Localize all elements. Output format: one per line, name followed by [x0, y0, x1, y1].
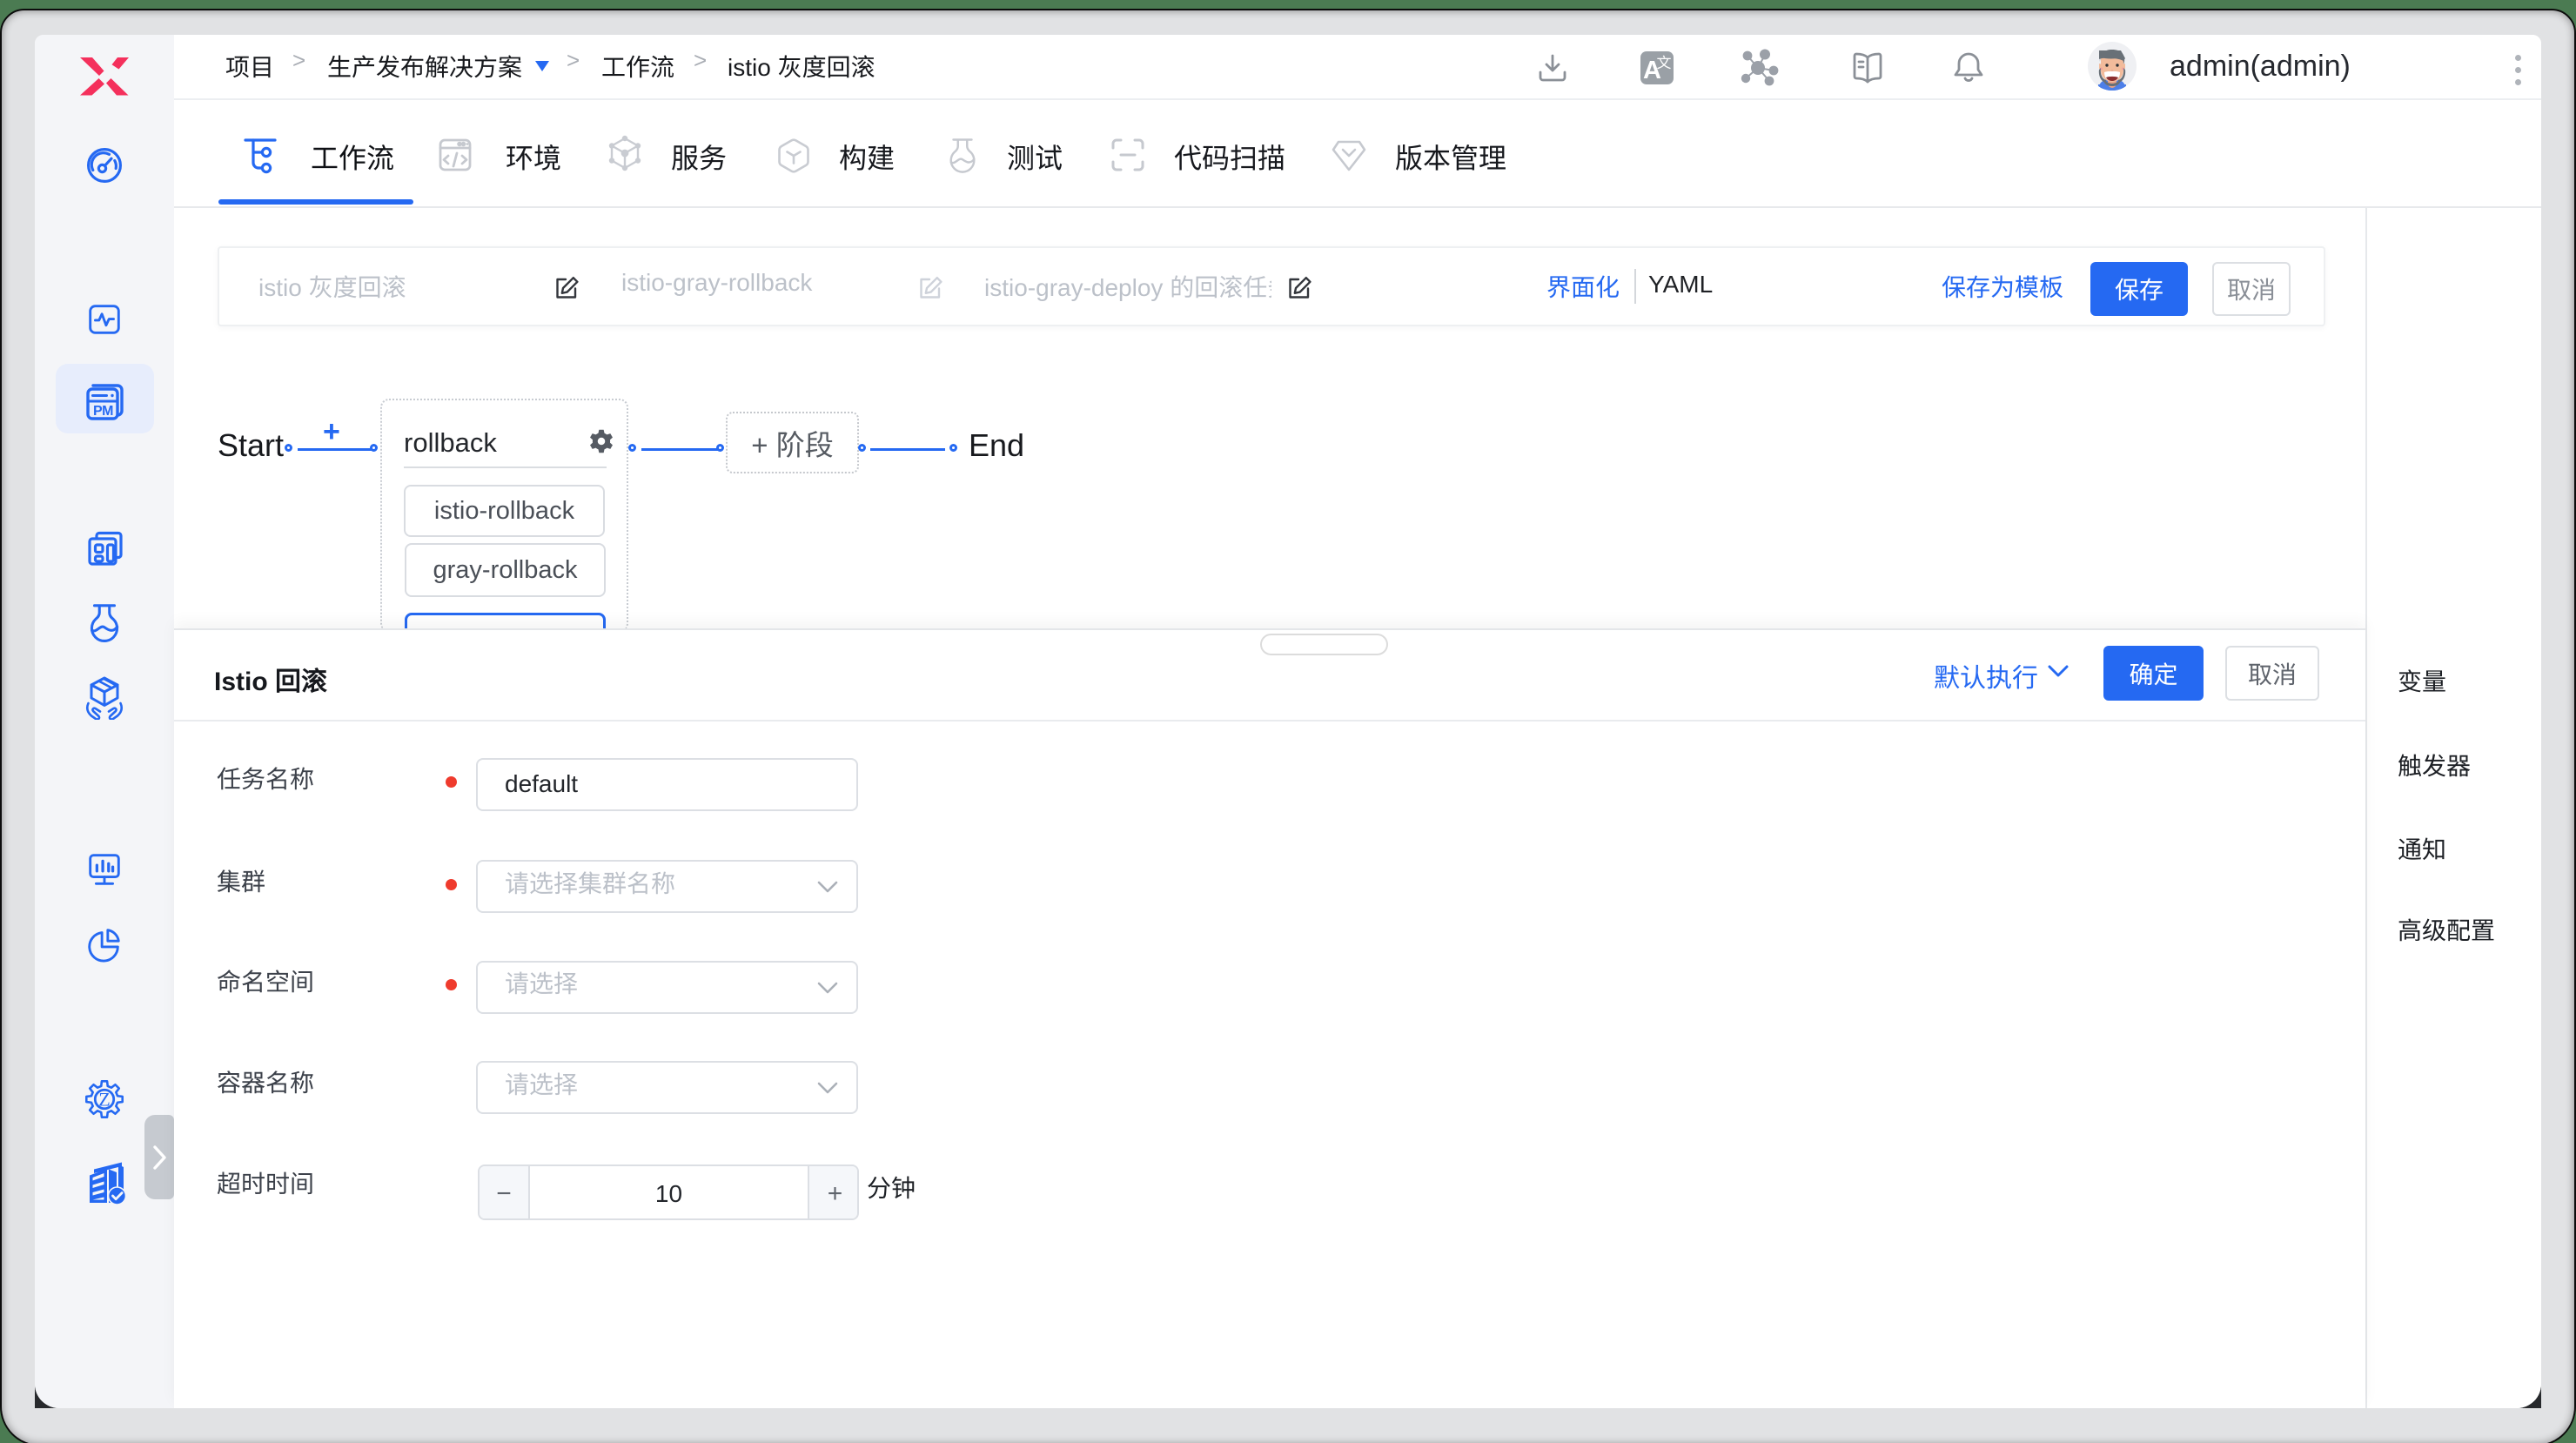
svg-text:PM: PM [93, 404, 113, 419]
svg-text:文: 文 [1657, 55, 1672, 71]
svg-text:Z: Z [98, 1089, 110, 1111]
